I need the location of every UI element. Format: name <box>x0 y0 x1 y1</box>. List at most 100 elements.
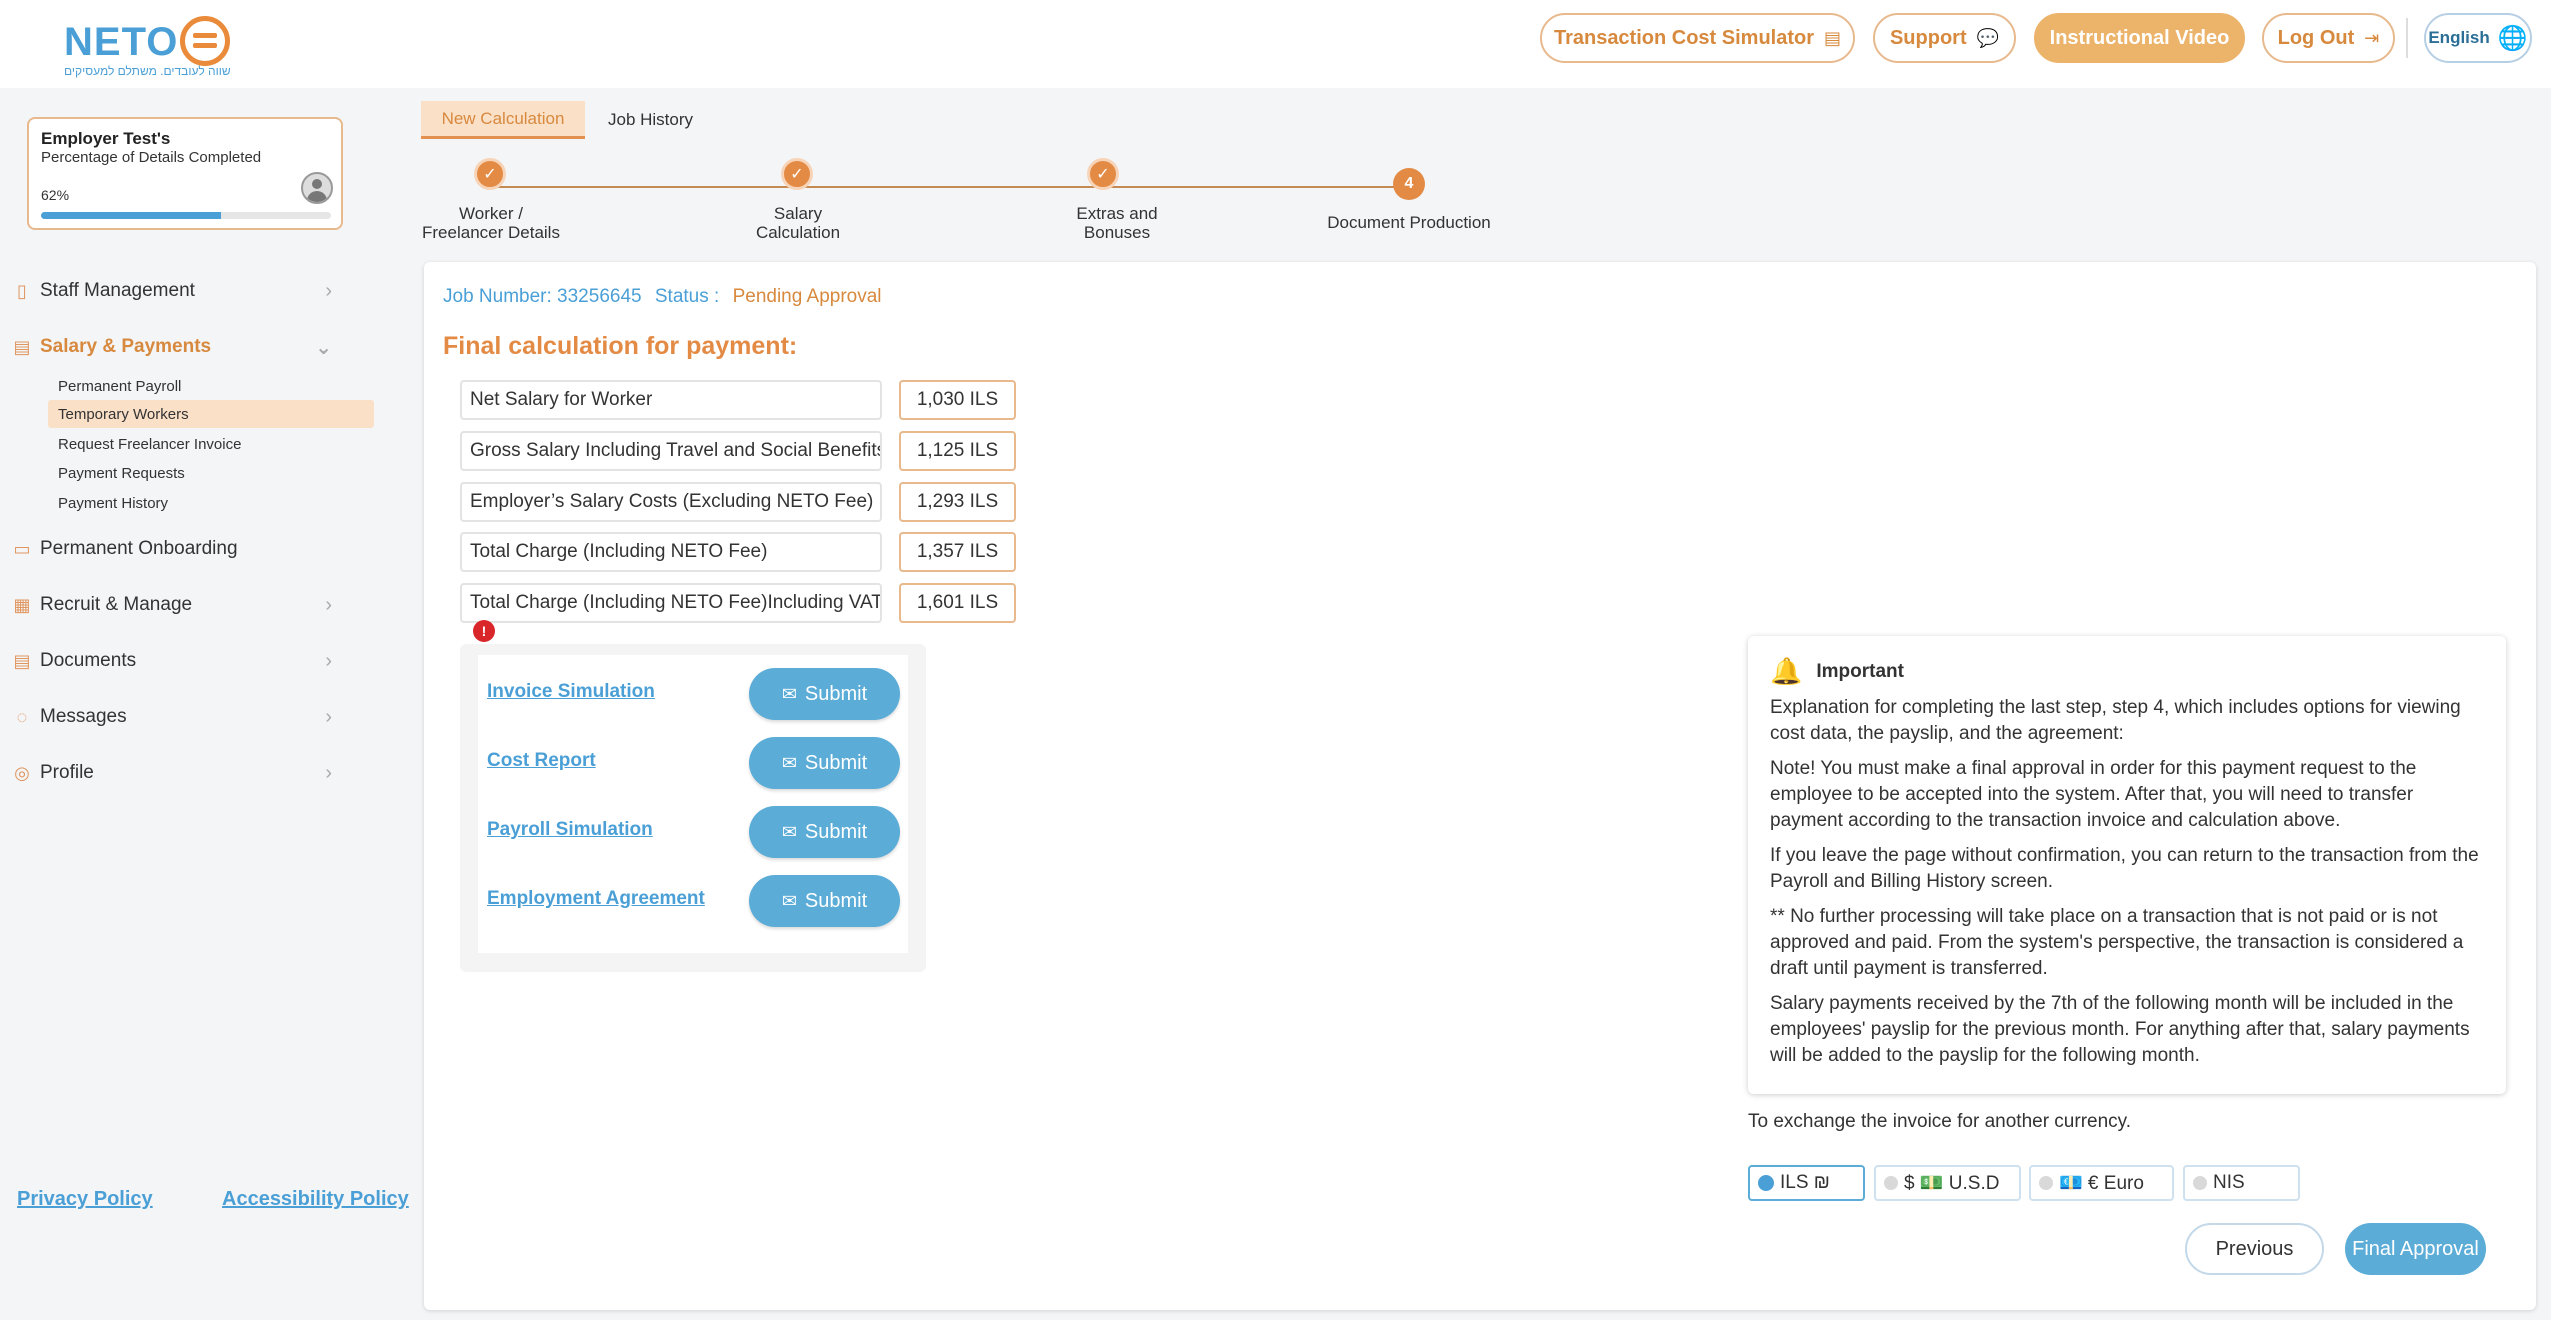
calc-row-label: Net Salary for Worker <box>460 380 882 420</box>
tab-new-calculation[interactable]: New Calculation <box>421 101 585 139</box>
step-label-line: Calculation <box>755 223 841 242</box>
profile-completion-card[interactable]: Employer Test's Percentage of Details Co… <box>27 117 343 230</box>
important-paragraph: ** No further processing will take place… <box>1770 906 2464 979</box>
logout-button[interactable]: Log Out ⇥ <box>2262 13 2395 63</box>
submit-cost-report-button[interactable]: ✉ Submit <box>749 737 900 789</box>
step-2-label: Salary Calculation <box>698 204 898 242</box>
step-2-check-icon[interactable]: ✓ <box>781 158 813 190</box>
submit-label: Submit <box>804 751 868 774</box>
payroll-simulation-link[interactable]: Payroll Simulation <box>487 819 653 841</box>
transaction-cost-simulator-button[interactable]: Transaction Cost Simulator ▤ <box>1540 13 1855 63</box>
grid-icon: ▦ <box>13 594 31 615</box>
employer-name: Employer Test's <box>41 129 171 148</box>
step-label-line: Salary <box>773 204 823 223</box>
sidebar-item-staff-management[interactable]: ▯ Staff Management › <box>12 271 342 311</box>
radio-selected-icon <box>1758 1175 1774 1191</box>
currency-exchange-text: To exchange the invoice for another curr… <box>1748 1111 2132 1132</box>
step-4-label: Document Production <box>1309 213 1509 232</box>
important-paragraph: Explanation for completing the last step… <box>1770 697 2461 744</box>
cost-report-link[interactable]: Cost Report <box>487 750 596 772</box>
important-info-panel: 🔔 Important Explanation for completing t… <box>1748 636 2506 1094</box>
envelope-icon: ✉ <box>781 752 797 773</box>
final-approval-button[interactable]: Final Approval <box>2345 1223 2486 1275</box>
stepper-connector <box>798 186 1104 188</box>
neto-logo[interactable]: NETO שווה לעובדים. משתלם למעסיקים <box>62 16 232 80</box>
video-label: Instructional Video <box>2049 26 2230 49</box>
logout-icon: ⇥ <box>2364 27 2380 48</box>
step-3-check-icon[interactable]: ✓ <box>1087 158 1119 190</box>
language-selector[interactable]: English 🌐 <box>2424 13 2532 63</box>
status-label: Status : <box>654 286 720 307</box>
calc-row-value: 1,293 ILS <box>899 482 1016 522</box>
invoice-simulation-link[interactable]: Invoice Simulation <box>487 681 655 703</box>
currency-option-ils[interactable]: ILS ₪ <box>1748 1165 1865 1201</box>
currency-label: ILS ₪ <box>1780 1172 1830 1193</box>
currency-label: NIS <box>2213 1172 2245 1193</box>
currency-option-usd[interactable]: $ 💵 U.S.D <box>1874 1165 2021 1201</box>
step-3-label: Extras and Bonuses <box>1017 204 1217 242</box>
sidebar-subitem-request-freelancer-invoice[interactable]: Request Freelancer Invoice <box>48 430 374 458</box>
envelope-icon: ✉ <box>781 890 797 911</box>
sidebar-item-profile[interactable]: ◎ Profile › <box>12 753 342 793</box>
simulator-label: Transaction Cost Simulator <box>1553 26 1815 49</box>
step-label-line: Worker / <box>459 204 523 223</box>
avatar[interactable] <box>301 172 333 204</box>
privacy-policy-link[interactable]: Privacy Policy <box>17 1188 153 1211</box>
instructional-video-button[interactable]: Instructional Video <box>2034 13 2245 63</box>
previous-button[interactable]: Previous <box>2185 1223 2324 1275</box>
submit-employment-agreement-button[interactable]: ✉ Submit <box>749 875 900 927</box>
stepper-connector <box>491 186 797 188</box>
logo-text: NETO <box>64 20 179 64</box>
job-status-line: Job Number: 33256645 Status : Pending Ap… <box>443 286 882 308</box>
calculator-icon: ▤ <box>1824 27 1842 48</box>
bell-icon: 🔔 <box>1770 656 1803 686</box>
globe-icon: 🌐 <box>2497 24 2528 52</box>
subitem-label: Payment History <box>58 494 169 512</box>
currency-option-euro[interactable]: 💶 € Euro <box>2029 1165 2174 1201</box>
sidebar-item-salary-payments[interactable]: ▤ Salary & Payments ⌄ <box>12 327 342 367</box>
sidebar-item-messages[interactable]: ◌ Messages › <box>12 697 342 737</box>
subitem-label: Request Freelancer Invoice <box>58 435 242 453</box>
subitem-label: Payment Requests <box>58 464 185 482</box>
important-title: Important <box>1816 660 1904 682</box>
currency-option-nis[interactable]: NIS <box>2183 1165 2300 1201</box>
important-paragraph: Salary payments received by the 7th of t… <box>1770 993 2470 1066</box>
sidebar-item-permanent-onboarding[interactable]: ▭ Permanent Onboarding <box>12 529 342 569</box>
chevron-right-icon: › <box>325 279 332 302</box>
support-button[interactable]: Support 💬 <box>1873 13 2016 63</box>
submit-invoice-simulation-button[interactable]: ✉ Submit <box>749 668 900 720</box>
sidebar-item-label: Permanent Onboarding <box>40 538 238 559</box>
job-number: Job Number: 33256645 <box>443 286 642 307</box>
calc-row-label: Employer’s Salary Costs (Excluding NETO … <box>460 482 882 522</box>
tab-job-history[interactable]: Job History <box>590 101 711 139</box>
envelope-icon: ✉ <box>781 821 797 842</box>
sidebar-subitem-payment-history[interactable]: Payment History <box>48 489 374 517</box>
sidebar-subitem-payment-requests[interactable]: Payment Requests <box>48 459 374 487</box>
sidebar-item-label: Staff Management <box>40 280 195 301</box>
radio-icon <box>2039 1176 2053 1190</box>
step-4-number[interactable]: 4 <box>1393 168 1425 200</box>
calc-row-value: 1,357 ILS <box>899 532 1016 572</box>
subitem-label: Temporary Workers <box>58 405 189 423</box>
sidebar-item-label: Salary & Payments <box>40 336 212 357</box>
completion-percent: 62% <box>41 187 70 203</box>
calc-row-value: 1,030 ILS <box>899 380 1016 420</box>
sidebar-subitem-temporary-workers[interactable]: Temporary Workers <box>48 400 374 428</box>
sidebar-item-recruit-manage[interactable]: ▦ Recruit & Manage › <box>12 585 342 625</box>
currency-label: $ 💵 U.S.D <box>1904 1173 2000 1194</box>
completion-progress-bar <box>41 212 331 219</box>
sidebar-item-documents[interactable]: ▤ Documents › <box>12 641 342 681</box>
calc-row-value: 1,125 ILS <box>899 431 1016 471</box>
currency-label: 💶 € Euro <box>2059 1173 2144 1194</box>
sidebar-subitem-permanent-payroll[interactable]: Permanent Payroll <box>48 372 374 400</box>
step-label-line: Bonuses <box>1083 223 1151 242</box>
error-alert-icon[interactable]: ! <box>473 620 495 642</box>
sidebar-item-label: Messages <box>40 706 127 727</box>
submit-payroll-simulation-button[interactable]: ✉ Submit <box>749 806 900 858</box>
submit-label: Submit <box>804 682 868 705</box>
sidebar-item-label: Profile <box>40 762 94 783</box>
calc-row-label: Total Charge (Including NETO Fee)Includi… <box>460 583 882 623</box>
step-1-check-icon[interactable]: ✓ <box>474 158 506 190</box>
employment-agreement-link[interactable]: Employment Agreement <box>487 888 705 910</box>
accessibility-policy-link[interactable]: Accessibility Policy <box>222 1188 409 1211</box>
